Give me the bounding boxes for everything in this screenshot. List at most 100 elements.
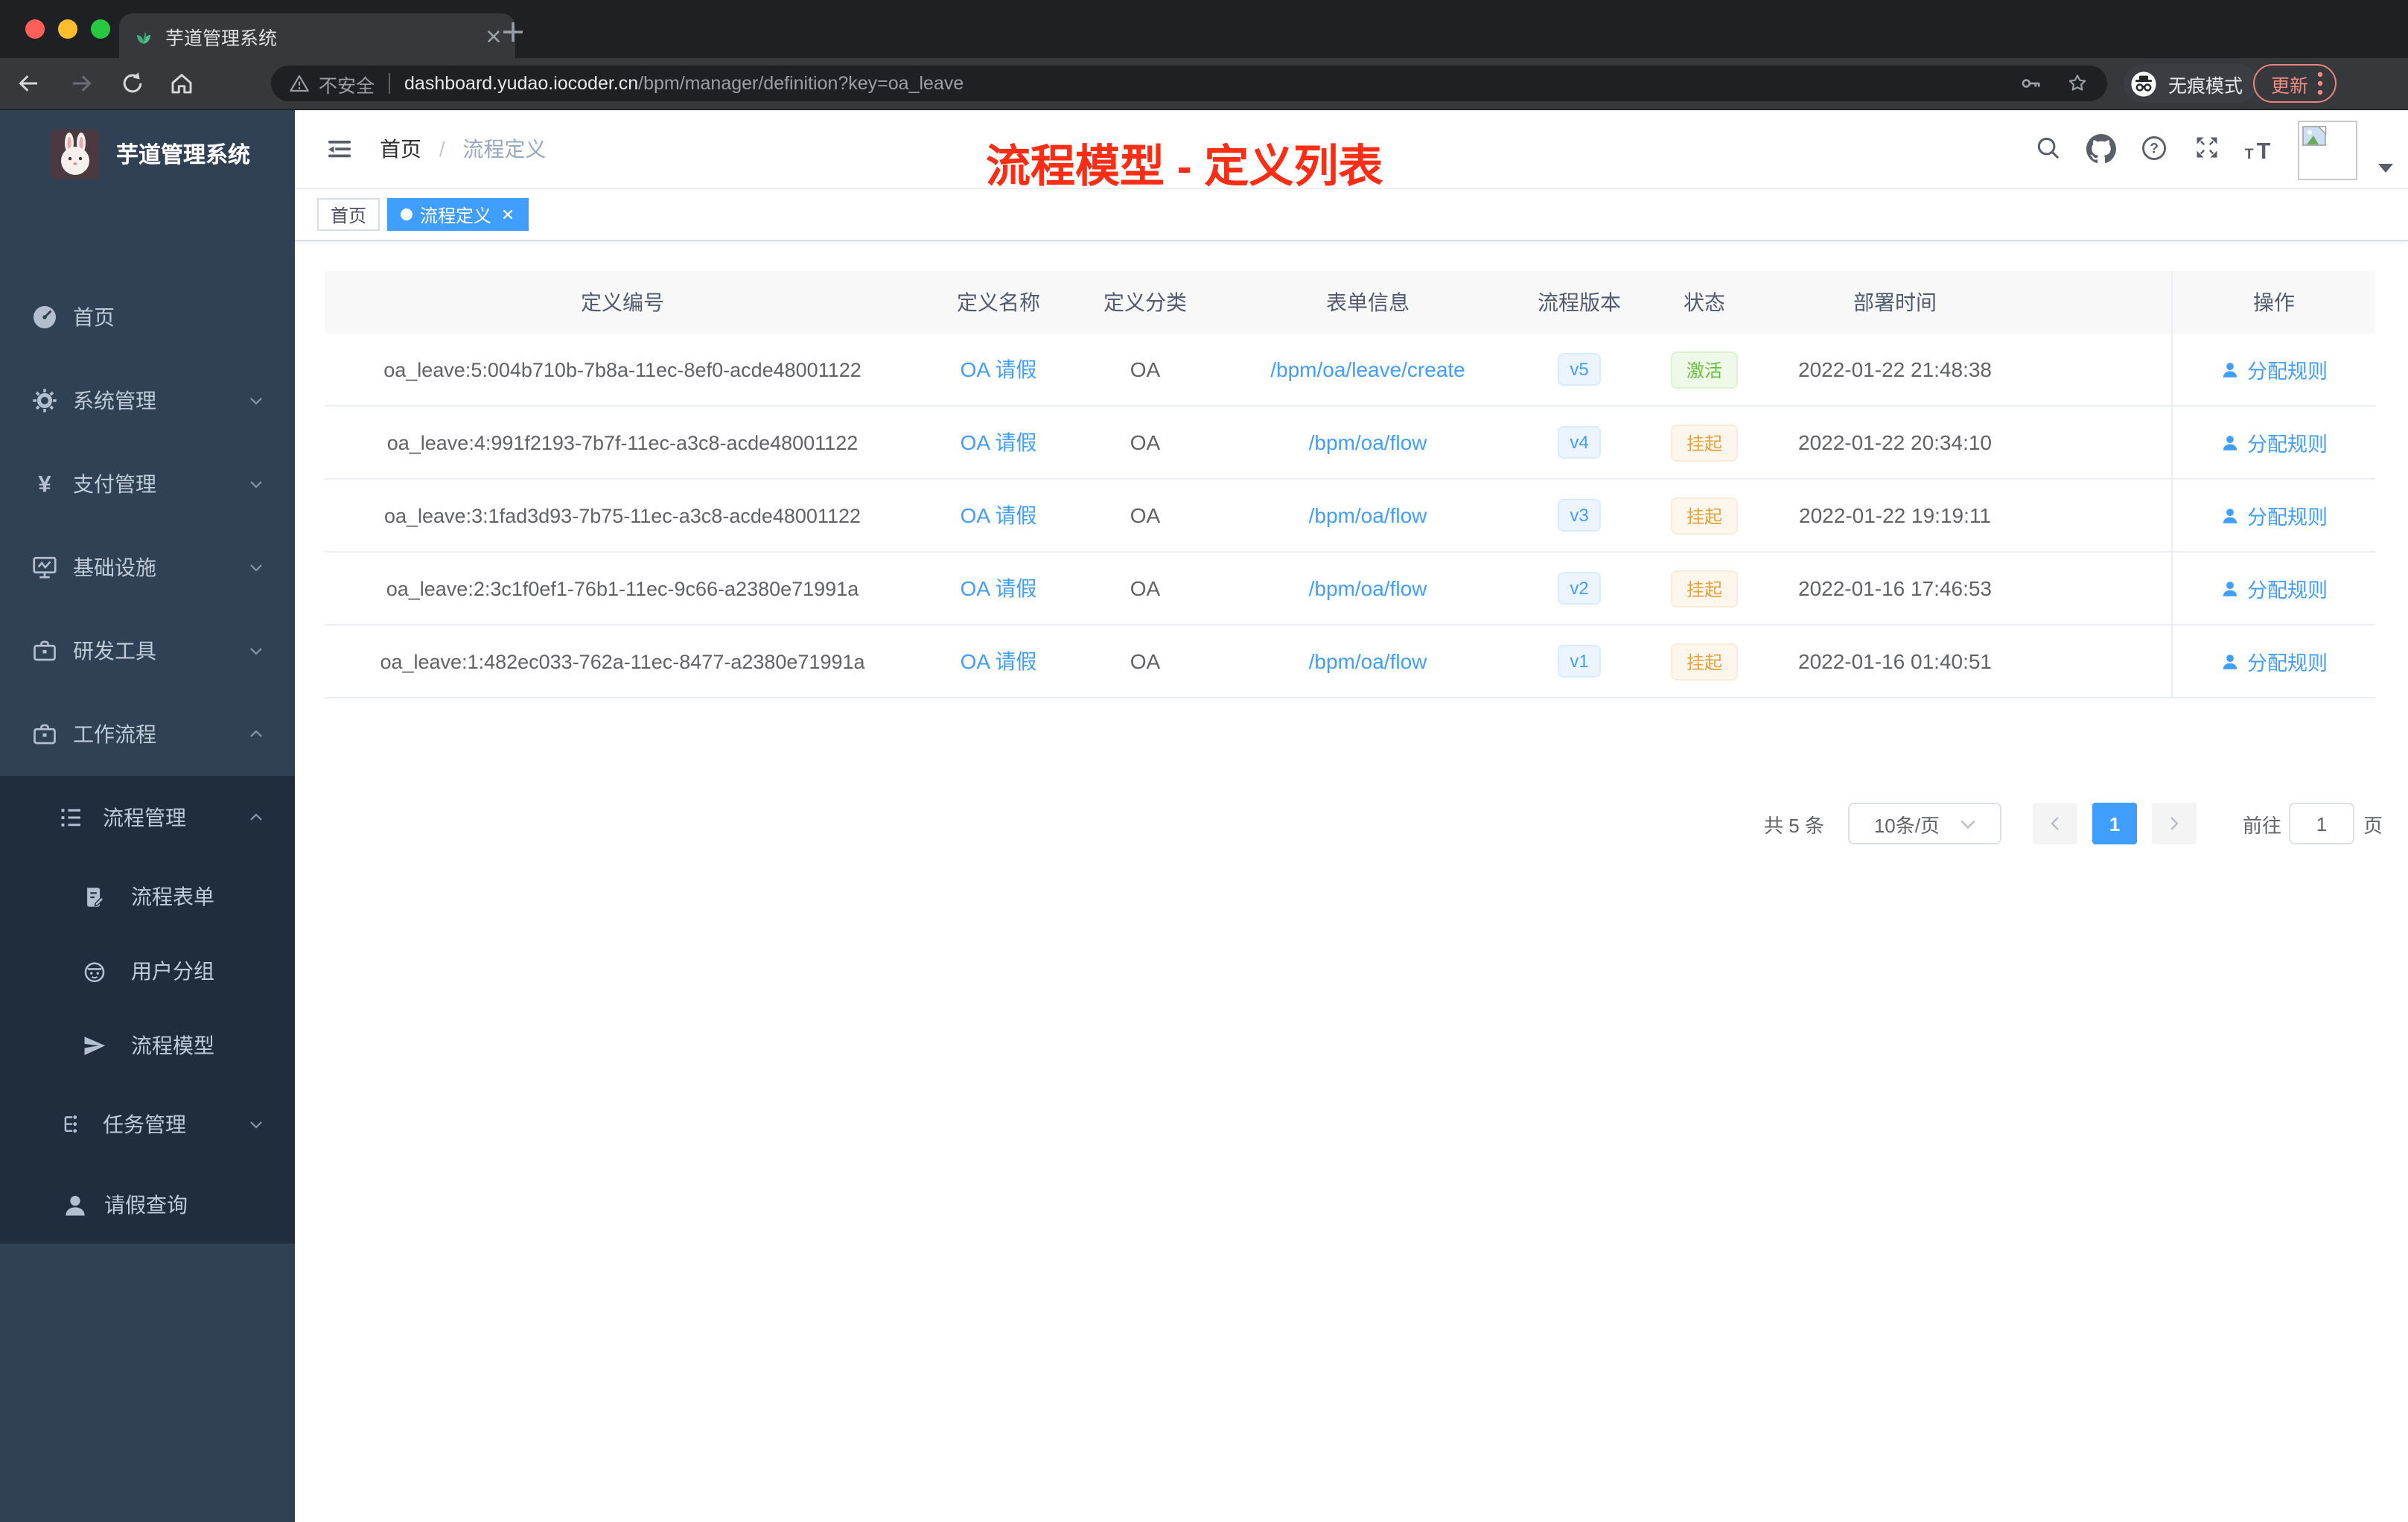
cell-deploy-time: 2022-01-16 17:46:53: [1798, 576, 1992, 600]
goto-page-input[interactable]: [2288, 803, 2354, 844]
sidebar-item-label: 工作流程: [73, 722, 156, 746]
cell-category: OA: [1130, 503, 1161, 527]
caret-down-icon[interactable]: [2378, 164, 2393, 173]
version-badge: v5: [1558, 353, 1601, 386]
chevron-down-icon: [247, 642, 265, 660]
tag-process-definition[interactable]: 流程定义: [387, 198, 529, 231]
sidebar-item-process-management[interactable]: 流程管理: [0, 776, 295, 859]
sidebar-item-workflow[interactable]: 工作流程: [0, 692, 295, 776]
sidebar-item-process-model[interactable]: 流程模型: [0, 1008, 295, 1083]
tag-close-icon[interactable]: [500, 207, 515, 222]
column-header: 表单信息: [1326, 290, 1410, 314]
assign-rule-link[interactable]: 分配规则: [2220, 354, 2328, 384]
sidebar-item-system[interactable]: 系统管理: [0, 359, 295, 442]
pagination: 共 5 条 10条/页 1 前往 页: [295, 803, 2408, 844]
browser-tab[interactable]: 芋道管理系统: [119, 13, 515, 58]
sidebar-item-devtools[interactable]: 研发工具: [0, 609, 295, 692]
sidebar-item-leave-query[interactable]: 请假查询: [0, 1166, 295, 1244]
sidebar-item-process-form[interactable]: 流程表单: [0, 859, 295, 934]
user-avatar-broken-image[interactable]: [2298, 121, 2357, 180]
update-label[interactable]: 更新: [2271, 69, 2308, 98]
version-badge: v4: [1558, 426, 1601, 459]
table-row: oa_leave:2:3c1f0ef1-76b1-11ec-9c66-a2380…: [325, 553, 2375, 625]
sidebar-item-user-group[interactable]: 用户分组: [0, 934, 295, 1008]
sidebar-item-task-management[interactable]: 任务管理: [0, 1083, 295, 1166]
briefcase-icon: [31, 721, 58, 748]
home-icon[interactable]: [168, 70, 195, 97]
column-header: 状态: [1684, 290, 1725, 314]
address-bar[interactable]: 不安全 dashboard.yudao.iocoder.cn/bpm/manag…: [271, 66, 2107, 101]
form-link[interactable]: /bpm/oa/flow: [1309, 430, 1427, 454]
key-icon[interactable]: [2019, 71, 2043, 95]
breadcrumb-separator: /: [439, 137, 445, 161]
bookmark-star-icon[interactable]: [2065, 71, 2089, 95]
cell-category: OA: [1130, 430, 1161, 454]
dashboard-icon: [31, 304, 58, 331]
cell-category: OA: [1130, 357, 1161, 381]
next-page-button[interactable]: [2151, 803, 2197, 844]
user-group-icon: [82, 958, 107, 984]
form-link[interactable]: /bpm/oa/flow: [1309, 649, 1427, 673]
assign-rule-link[interactable]: 分配规则: [2220, 500, 2328, 530]
sidebar-item-home[interactable]: 首页: [0, 276, 295, 359]
hamburger-icon[interactable]: [326, 136, 353, 162]
warning-icon: [289, 73, 310, 94]
help-icon[interactable]: ?: [2140, 134, 2168, 162]
cell-definition-id: oa_leave:4:991f2193-7b7f-11ec-a3c8-acde4…: [386, 431, 859, 453]
cell-definition-id: oa_leave:1:482ec033-762a-11ec-8477-a2380…: [380, 650, 865, 672]
cell-definition-id: oa_leave:5:004b710b-7b8a-11ec-8ef0-acde4…: [383, 358, 861, 380]
reload-icon[interactable]: [119, 70, 146, 97]
forward-icon[interactable]: [69, 70, 95, 97]
back-icon[interactable]: [15, 70, 42, 97]
page-size-value: 10条/页: [1873, 814, 1940, 836]
cell-deploy-time: 2022-01-22 21:48:38: [1798, 357, 1992, 381]
prev-page-button[interactable]: [2032, 803, 2077, 844]
sidebar-menu: 首页 系统管理 ¥ 支付管理 基础设施 研发工具 工作流程 流程管理 流程表单 …: [0, 276, 295, 1244]
definition-name-link[interactable]: OA 请假: [961, 430, 1037, 454]
breadcrumb-home[interactable]: 首页: [380, 137, 421, 161]
tab-close-icon[interactable]: [487, 29, 500, 42]
definition-name-link[interactable]: OA 请假: [961, 649, 1037, 673]
github-icon[interactable]: [2086, 134, 2116, 164]
page-content: 定义编号 定义名称 定义分类 表单信息 流程版本 状态 部署时间 操作 oa_l…: [295, 271, 2408, 844]
definition-name-link[interactable]: OA 请假: [961, 357, 1037, 381]
sidebar-logo: 芋道管理系统: [0, 110, 295, 197]
current-page-button[interactable]: 1: [2092, 803, 2137, 844]
search-icon[interactable]: [2034, 134, 2063, 162]
window-zoom-button[interactable]: [91, 19, 110, 39]
assign-rule-link[interactable]: 分配规则: [2220, 573, 2328, 603]
browser-update-button[interactable]: 更新: [2253, 64, 2337, 103]
form-edit-icon: [82, 884, 107, 909]
version-badge: v2: [1558, 572, 1601, 605]
cell-category: OA: [1130, 576, 1161, 600]
column-header: 部署时间: [1853, 290, 1937, 314]
security-label[interactable]: 不安全: [319, 69, 375, 98]
column-header: 流程版本: [1538, 290, 1621, 314]
table-row: oa_leave:1:482ec033-762a-11ec-8477-a2380…: [325, 625, 2375, 698]
window-close-button[interactable]: [25, 19, 45, 39]
breadcrumb-current: 流程定义: [462, 137, 547, 161]
font-size-icon[interactable]: TT: [2244, 137, 2280, 164]
assign-rule-link[interactable]: 分配规则: [2220, 646, 2328, 676]
tag-home[interactable]: 首页: [317, 198, 380, 231]
page-title-annotation: 流程模型 - 定义列表: [986, 143, 1383, 192]
assign-rule-link[interactable]: 分配规则: [2220, 427, 2328, 457]
sidebar-item-label: 基础设施: [73, 555, 156, 579]
page-size-select[interactable]: 10条/页: [1847, 803, 2001, 844]
definition-name-link[interactable]: OA 请假: [961, 503, 1037, 527]
new-tab-button[interactable]: [503, 22, 523, 42]
window-controls: [25, 19, 110, 39]
sidebar-item-payment[interactable]: ¥ 支付管理: [0, 442, 295, 526]
form-link[interactable]: /bpm/oa/flow: [1309, 576, 1427, 600]
sidebar-item-infrastructure[interactable]: 基础设施: [0, 526, 295, 609]
window-minimize-button[interactable]: [58, 19, 77, 39]
chevron-up-icon: [247, 809, 265, 827]
kebab-menu-icon[interactable]: [2317, 71, 2323, 95]
definition-name-link[interactable]: OA 请假: [961, 576, 1037, 600]
form-link[interactable]: /bpm/oa/leave/create: [1270, 357, 1465, 381]
form-link[interactable]: /bpm/oa/flow: [1309, 503, 1427, 527]
fullscreen-icon[interactable]: [2194, 134, 2220, 161]
status-badge: 挂起: [1671, 570, 1737, 607]
svg-text:T: T: [2257, 138, 2271, 164]
sidebar-item-label: 研发工具: [73, 639, 156, 663]
